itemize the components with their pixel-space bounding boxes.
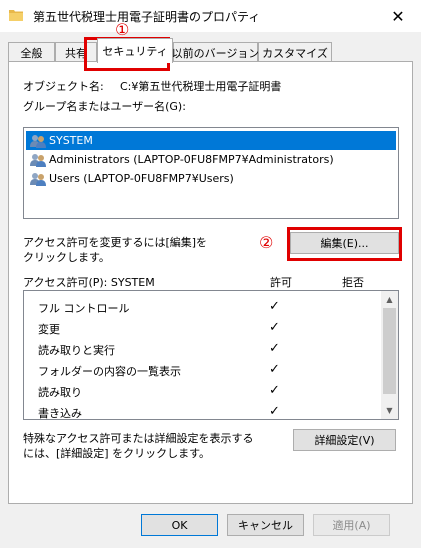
permission-row: 変更 ✓ xyxy=(24,317,378,338)
list-item-users[interactable]: Users (LAPTOP-0FU8FMP7¥Users) xyxy=(26,169,396,188)
list-item-administrators[interactable]: Administrators (LAPTOP-0FU8FMP7¥Administ… xyxy=(26,150,396,169)
allow-check-icon: ✓ xyxy=(269,362,280,377)
edit-hint-line1: アクセス許可を変更するには[編集]を xyxy=(23,236,208,249)
permission-name: 読み取り xyxy=(38,386,82,399)
tab-previous-versions[interactable]: 以前のバージョン xyxy=(172,42,259,62)
permission-row: フォルダーの内容の一覧表示 ✓ xyxy=(24,359,378,380)
title-bar: 第五世代税理士用電子証明書のプロパティ ✕ xyxy=(0,0,421,32)
permission-row: 書き込み ✓ xyxy=(24,401,378,420)
list-item-label: Administrators (LAPTOP-0FU8FMP7¥Administ… xyxy=(49,153,334,166)
tab-security[interactable]: セキュリティ xyxy=(97,38,173,63)
permission-name: 読み取りと実行 xyxy=(38,344,115,357)
groups-label: グループ名またはユーザー名(G): xyxy=(23,100,186,113)
permission-name: フル コントロール xyxy=(38,302,130,315)
permissions-label: アクセス許可(P): SYSTEM xyxy=(23,276,155,289)
annotation-marker-2: ② xyxy=(259,233,274,252)
user-group-icon xyxy=(30,172,46,186)
allow-check-icon: ✓ xyxy=(269,320,280,335)
permission-row: 読み取り ✓ xyxy=(24,380,378,401)
object-name-value: C:¥第五世代税理士用電子証明書 xyxy=(120,80,282,93)
permission-name: フォルダーの内容の一覧表示 xyxy=(38,365,181,378)
tab-customize[interactable]: カスタマイズ xyxy=(258,42,332,62)
folder-icon xyxy=(9,10,23,21)
list-item-label: Users (LAPTOP-0FU8FMP7¥Users) xyxy=(49,172,234,185)
scroll-thumb[interactable] xyxy=(383,308,396,394)
advanced-hint-line1: 特殊なアクセス許可または詳細設定を表示する xyxy=(23,432,254,445)
permissions-scrollbar[interactable]: ▲ ▼ xyxy=(381,291,398,419)
allow-check-icon: ✓ xyxy=(269,341,280,356)
scroll-down-icon[interactable]: ▼ xyxy=(381,402,398,419)
edit-hint-line2: クリックします。 xyxy=(23,251,110,264)
annotation-marker-1: ① xyxy=(115,20,130,39)
advanced-hint-line2: には、[詳細設定] をクリックします。 xyxy=(23,447,210,460)
permissions-list: フル コントロール ✓ 変更 ✓ 読み取りと実行 ✓ フォルダーの内容の一覧表示… xyxy=(23,290,399,420)
cancel-button[interactable]: キャンセル xyxy=(227,514,304,536)
apply-button[interactable]: 適用(A) xyxy=(313,514,390,536)
deny-header: 拒否 xyxy=(342,276,364,289)
user-group-icon xyxy=(30,153,46,167)
window-title: 第五世代税理士用電子証明書のプロパティ xyxy=(33,10,261,24)
allow-check-icon: ✓ xyxy=(269,299,280,314)
list-item-label: SYSTEM xyxy=(49,134,93,147)
permission-name: 変更 xyxy=(38,323,60,336)
scroll-up-icon[interactable]: ▲ xyxy=(381,291,398,308)
advanced-button[interactable]: 詳細設定(V) xyxy=(293,429,396,451)
permission-row: フル コントロール ✓ xyxy=(24,296,378,317)
permission-row: 読み取りと実行 ✓ xyxy=(24,338,378,359)
close-icon: ✕ xyxy=(391,6,405,26)
tab-general[interactable]: 全般 xyxy=(8,42,55,62)
object-name-label: オブジェクト名: xyxy=(23,80,104,93)
close-button[interactable]: ✕ xyxy=(375,0,421,32)
allow-header: 許可 xyxy=(270,276,292,289)
allow-check-icon: ✓ xyxy=(269,404,280,419)
user-group-icon xyxy=(30,134,46,148)
group-user-list[interactable]: SYSTEM Administrators (LAPTOP-0FU8FMP7¥A… xyxy=(23,127,399,219)
permission-name: 書き込み xyxy=(38,407,82,420)
tab-strip: 全般 共有 セキュリティ 以前のバージョン カスタマイズ xyxy=(8,38,413,63)
ok-button[interactable]: OK xyxy=(141,514,218,536)
list-item-system[interactable]: SYSTEM xyxy=(26,131,396,150)
annotation-box-edit-button xyxy=(287,227,402,261)
allow-check-icon: ✓ xyxy=(269,383,280,398)
